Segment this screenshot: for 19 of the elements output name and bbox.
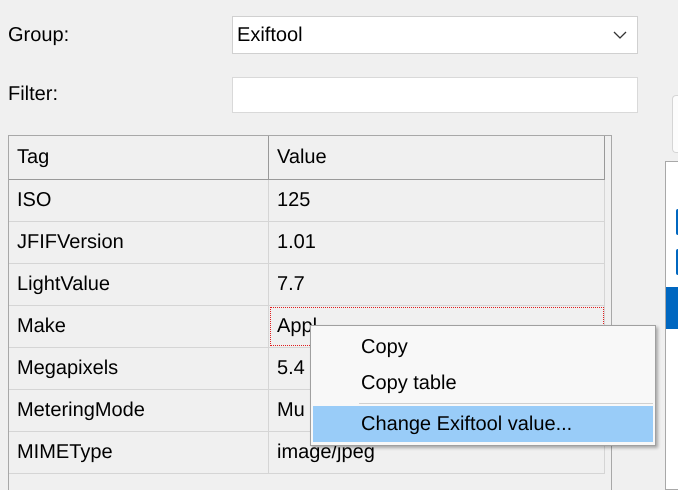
table-cell: MeteringMode <box>9 390 269 432</box>
table-cell: MIMEType <box>9 432 269 474</box>
group-label: Group: <box>8 24 70 46</box>
column-header[interactable]: Value <box>269 136 604 180</box>
chevron-down-icon <box>613 31 627 39</box>
table-cell: JFIFVersion <box>9 222 269 264</box>
filter-field[interactable] <box>232 76 638 113</box>
side-panel <box>672 95 678 153</box>
table-cell: Make <box>9 306 269 348</box>
table-cell: LightValue <box>9 264 269 306</box>
menu-item[interactable]: Change Exiftool value... <box>313 406 653 442</box>
table-cell: 1.01 <box>269 222 605 264</box>
filter-label: Filter: <box>8 83 59 106</box>
table-cell: Megapixels <box>9 348 269 390</box>
column-header[interactable]: Tag <box>9 136 269 180</box>
table-cell: 7.7 <box>269 264 605 306</box>
group-dropdown[interactable]: Exiftool <box>232 16 638 54</box>
table-cell: ISO <box>9 180 269 222</box>
table-cell: 125 <box>269 180 605 222</box>
